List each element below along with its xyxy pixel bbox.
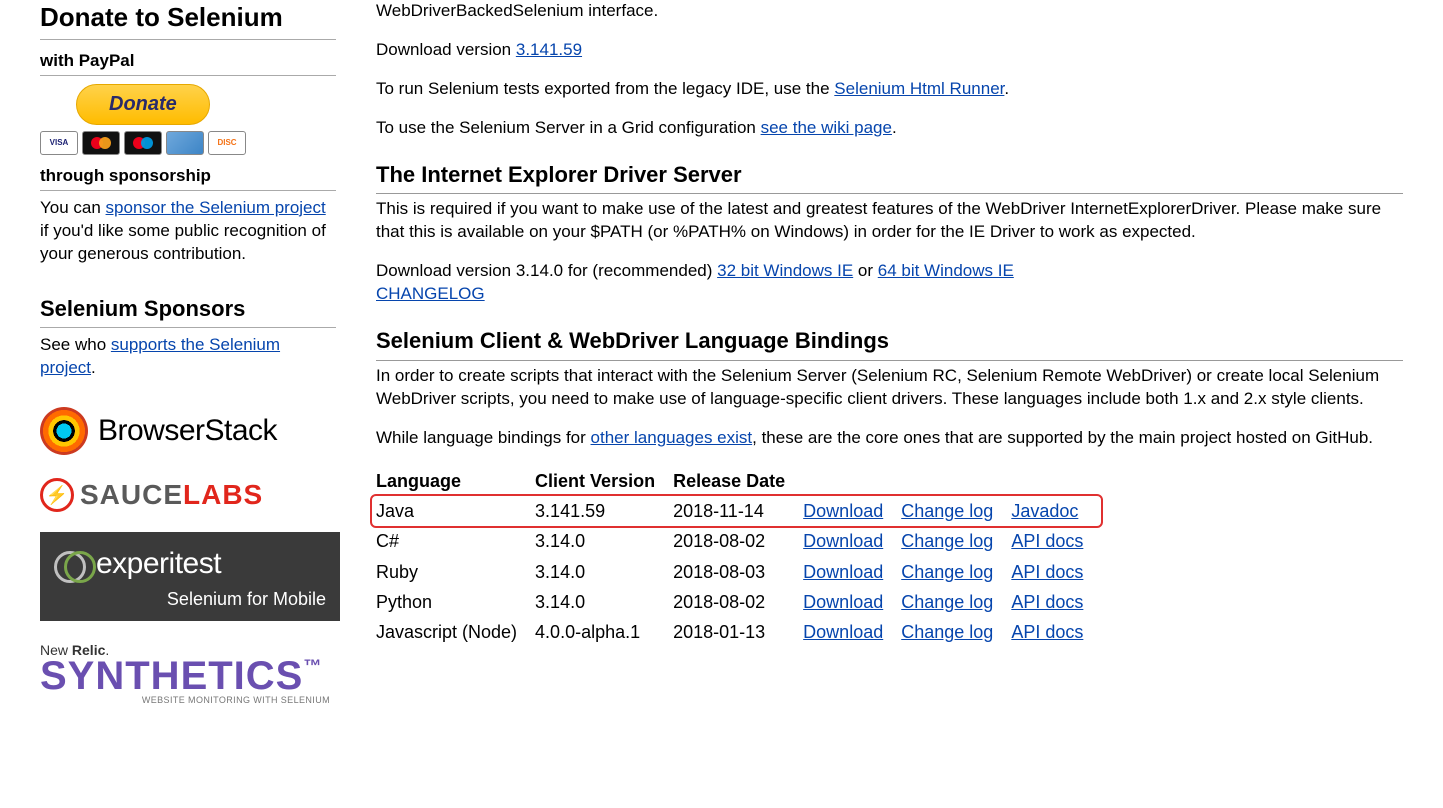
ie-64bit-link[interactable]: 64 bit Windows IE xyxy=(878,261,1014,280)
saucelabs-text: SAUCELABS xyxy=(80,476,263,514)
saucelabs-logo[interactable]: ⚡ SAUCELABS xyxy=(40,476,336,514)
discover-icon: DISC xyxy=(208,131,246,155)
table-row: Python3.14.02018-08-02Download Change log… xyxy=(376,587,1101,617)
legacy-ide-paragraph: To run Selenium tests exported from the … xyxy=(376,78,1403,101)
apidocs-link[interactable]: API docs xyxy=(1011,562,1083,582)
changelog-link[interactable]: Change log xyxy=(901,592,993,612)
synthetics-logo[interactable]: New Relic. SYNTHETICS™ WEBSITE MONITORIN… xyxy=(40,641,336,706)
cell-date: 2018-01-13 xyxy=(673,617,803,647)
table-row: Java3.141.592018-11-14Download Change log… xyxy=(376,496,1101,526)
maestro-icon xyxy=(124,131,162,155)
cell-language: Python xyxy=(376,587,535,617)
changelog-link[interactable]: Change log xyxy=(901,531,993,551)
grid-wiki-link[interactable]: see the wiki page xyxy=(761,118,892,137)
browserstack-logo[interactable]: BrowserStack xyxy=(40,398,336,464)
download-link[interactable]: Download xyxy=(803,562,883,582)
sponsors-heading: Selenium Sponsors xyxy=(40,294,336,329)
cell-version: 4.0.0-alpha.1 xyxy=(535,617,673,647)
bindings-other-paragraph: While language bindings for other langua… xyxy=(376,427,1403,450)
table-row: Ruby3.14.02018-08-03Download Change log AP… xyxy=(376,557,1101,587)
apidocs-link[interactable]: API docs xyxy=(1011,531,1083,551)
html-runner-link[interactable]: Selenium Html Runner xyxy=(834,79,1004,98)
cell-version: 3.14.0 xyxy=(535,526,673,556)
amex-icon xyxy=(166,131,204,155)
other-languages-link[interactable]: other languages exist xyxy=(591,428,753,447)
cell-language: Ruby xyxy=(376,557,535,587)
experitest-subtitle: Selenium for Mobile xyxy=(54,587,326,611)
download-link[interactable]: Download xyxy=(803,592,883,612)
cell-date: 2018-08-03 xyxy=(673,557,803,587)
browserstack-text: BrowserStack xyxy=(98,411,277,452)
mastercard-icon xyxy=(82,131,120,155)
paypal-subheading: with PayPal xyxy=(40,50,336,76)
download-link[interactable]: Download xyxy=(803,501,883,521)
sponsorship-subheading: through sponsorship xyxy=(40,165,336,191)
experitest-text: experitest xyxy=(96,544,221,585)
main-content: WebDriverBackedSelenium interface. Downl… xyxy=(360,0,1403,706)
sidebar: Donate to Selenium with PayPal Donate VI… xyxy=(40,0,360,706)
ie-download-paragraph: Download version 3.14.0 for (recommended… xyxy=(376,260,1403,306)
intro-tail: WebDriverBackedSelenium interface. xyxy=(376,0,1403,23)
ie-changelog-link[interactable]: CHANGELOG xyxy=(376,284,485,303)
table-row: C#3.14.02018-08-02Download Change log API … xyxy=(376,526,1101,556)
donate-button[interactable]: Donate xyxy=(76,84,210,125)
visa-card-icon: VISA xyxy=(40,131,78,155)
apidocs-link[interactable]: API docs xyxy=(1011,592,1083,612)
cell-language: Javascript (Node) xyxy=(376,617,535,647)
sponsor-project-link[interactable]: sponsor the Selenium project xyxy=(106,198,326,217)
changelog-link[interactable]: Change log xyxy=(901,562,993,582)
experitest-logo[interactable]: experitest Selenium for Mobile xyxy=(40,532,340,621)
payment-card-row: VISA DISC xyxy=(40,131,336,155)
apidocs-link[interactable]: Javadoc xyxy=(1011,501,1078,521)
saucelabs-icon: ⚡ xyxy=(40,478,74,512)
sponsors-text: See who supports the Selenium project. xyxy=(40,334,336,380)
bindings-heading: Selenium Client & WebDriver Language Bin… xyxy=(376,326,1403,361)
cell-date: 2018-08-02 xyxy=(673,587,803,617)
changelog-link[interactable]: Change log xyxy=(901,501,993,521)
ie-driver-heading: The Internet Explorer Driver Server xyxy=(376,160,1403,195)
col-release-date: Release Date xyxy=(673,466,803,496)
changelog-link[interactable]: Change log xyxy=(901,622,993,642)
cell-language: C# xyxy=(376,526,535,556)
cell-date: 2018-11-14 xyxy=(673,496,803,526)
download-version-link[interactable]: 3.141.59 xyxy=(516,40,582,59)
cell-version: 3.14.0 xyxy=(535,587,673,617)
cell-language: Java xyxy=(376,496,535,526)
cell-date: 2018-08-02 xyxy=(673,526,803,556)
sponsorship-text: You can sponsor the Selenium project if … xyxy=(40,197,336,266)
apidocs-link[interactable]: API docs xyxy=(1011,622,1083,642)
synthetics-text: SYNTHETICS™ xyxy=(40,658,336,694)
col-language: Language xyxy=(376,466,535,496)
experitest-icon xyxy=(54,546,90,582)
table-row: Javascript (Node)4.0.0-alpha.12018-01-13… xyxy=(376,617,1101,647)
cell-version: 3.141.59 xyxy=(535,496,673,526)
cell-version: 3.14.0 xyxy=(535,557,673,587)
download-link[interactable]: Download xyxy=(803,531,883,551)
bindings-table: Language Client Version Release Date Jav… xyxy=(376,466,1101,648)
browserstack-icon xyxy=(40,407,88,455)
ie-driver-body: This is required if you want to make use… xyxy=(376,198,1403,244)
donate-heading: Donate to Selenium xyxy=(40,0,336,40)
download-paragraph: Download version 3.141.59 xyxy=(376,39,1403,62)
download-link[interactable]: Download xyxy=(803,622,883,642)
table-header-row: Language Client Version Release Date xyxy=(376,466,1101,496)
col-version: Client Version xyxy=(535,466,673,496)
grid-paragraph: To use the Selenium Server in a Grid con… xyxy=(376,117,1403,140)
bindings-body: In order to create scripts that interact… xyxy=(376,365,1403,411)
ie-32bit-link[interactable]: 32 bit Windows IE xyxy=(717,261,853,280)
